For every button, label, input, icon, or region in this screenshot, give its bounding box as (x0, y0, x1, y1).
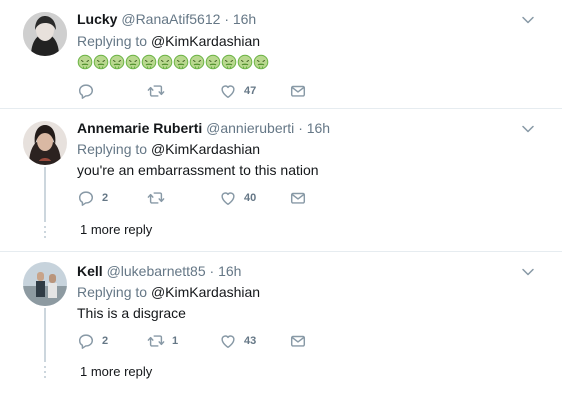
direct-message-button[interactable] (289, 188, 307, 208)
chevron-down-icon[interactable] (521, 122, 535, 136)
retweet-button[interactable] (147, 81, 172, 101)
tweet-text: This is a disgrace (77, 305, 186, 321)
face-vomiting-icon (173, 54, 189, 69)
face-vomiting-icon (253, 54, 269, 69)
user-handle[interactable]: @lukebarnett85 (107, 263, 206, 279)
replying-to: Replying to @KimKardashian (77, 141, 261, 157)
replying-to: Replying to @KimKardashian (77, 33, 261, 49)
heart-icon (219, 332, 237, 350)
display-name[interactable]: Kell (77, 263, 103, 279)
thread-dots (44, 366, 46, 381)
avatar[interactable] (23, 121, 67, 165)
like-count: 43 (244, 335, 257, 347)
face-vomiting-icon (221, 54, 237, 69)
retweet-button[interactable]: 1 (147, 331, 178, 351)
reply-icon (77, 82, 95, 100)
timestamp[interactable]: · 16h (298, 120, 330, 136)
reply-2[interactable]: Annemarie Ruberti @annieruberti · 16h Re… (0, 109, 562, 250)
thread-line (44, 308, 46, 362)
chevron-down-icon[interactable] (521, 13, 535, 27)
replying-to: Replying to @KimKardashian (77, 284, 261, 300)
timestamp[interactable]: · 16h (210, 263, 242, 279)
envelope-icon (289, 82, 307, 100)
face-vomiting-icon (237, 54, 253, 69)
reply-header: Kell @lukebarnett85 · 16h (77, 262, 241, 280)
reply-header: Annemarie Ruberti @annieruberti · 16h (77, 119, 330, 137)
retweet-icon (147, 82, 165, 100)
like-button[interactable]: 47 (219, 81, 256, 101)
reply-button[interactable] (77, 81, 102, 101)
display-name[interactable]: Annemarie Ruberti (77, 120, 202, 136)
mention-link[interactable]: @KimKardashian (151, 33, 260, 49)
mention-link[interactable]: @KimKardashian (151, 284, 260, 300)
tweet-text (77, 54, 269, 69)
reply-1[interactable]: Lucky @RanaAtif5612 · 16h Replying to @K… (0, 0, 562, 108)
more-replies-link[interactable]: 1 more reply (80, 222, 152, 237)
tweet-text: you're an embarrassment to this nation (77, 162, 319, 178)
tweet-actions: 2 1 43 (77, 331, 327, 351)
reply-button[interactable]: 2 (77, 331, 108, 351)
reply-header: Lucky @RanaAtif5612 · 16h (77, 10, 256, 28)
direct-message-button[interactable] (289, 81, 307, 101)
direct-message-button[interactable] (289, 331, 307, 351)
retweet-icon (147, 189, 165, 207)
envelope-icon (289, 332, 307, 350)
user-handle[interactable]: @RanaAtif5612 (121, 11, 220, 27)
more-replies-link[interactable]: 1 more reply (80, 364, 152, 379)
reply-button[interactable]: 2 (77, 188, 108, 208)
face-vomiting-icon (77, 54, 93, 69)
retweet-count: 1 (172, 335, 179, 347)
mention-link[interactable]: @KimKardashian (151, 141, 260, 157)
retweet-icon (147, 332, 165, 350)
like-count: 40 (244, 192, 257, 204)
timestamp[interactable]: · 16h (224, 11, 256, 27)
face-vomiting-icon (157, 54, 173, 69)
chevron-down-icon[interactable] (521, 265, 535, 279)
face-vomiting-icon (125, 54, 141, 69)
face-vomiting-icon (109, 54, 125, 69)
reply-icon (77, 332, 95, 350)
face-vomiting-icon (93, 54, 109, 69)
reply-count: 2 (102, 335, 109, 347)
tweet-actions: 2 40 (77, 188, 327, 208)
like-button[interactable]: 43 (219, 331, 256, 351)
like-count: 47 (244, 85, 257, 97)
reply-count: 2 (102, 192, 109, 204)
avatar[interactable] (23, 12, 67, 56)
envelope-icon (289, 189, 307, 207)
retweet-button[interactable] (147, 188, 172, 208)
face-vomiting-icon (141, 54, 157, 69)
reply-3[interactable]: Kell @lukebarnett85 · 16h Replying to @K… (0, 252, 562, 402)
thread-dots (44, 226, 46, 241)
face-vomiting-icon (189, 54, 205, 69)
reply-icon (77, 189, 95, 207)
avatar[interactable] (23, 262, 67, 306)
user-handle[interactable]: @annieruberti (206, 120, 294, 136)
thread-line (44, 167, 46, 222)
face-vomiting-icon (205, 54, 221, 69)
display-name[interactable]: Lucky (77, 11, 117, 27)
heart-icon (219, 189, 237, 207)
like-button[interactable]: 40 (219, 188, 256, 208)
heart-icon (219, 82, 237, 100)
tweet-actions: 47 (77, 81, 327, 101)
